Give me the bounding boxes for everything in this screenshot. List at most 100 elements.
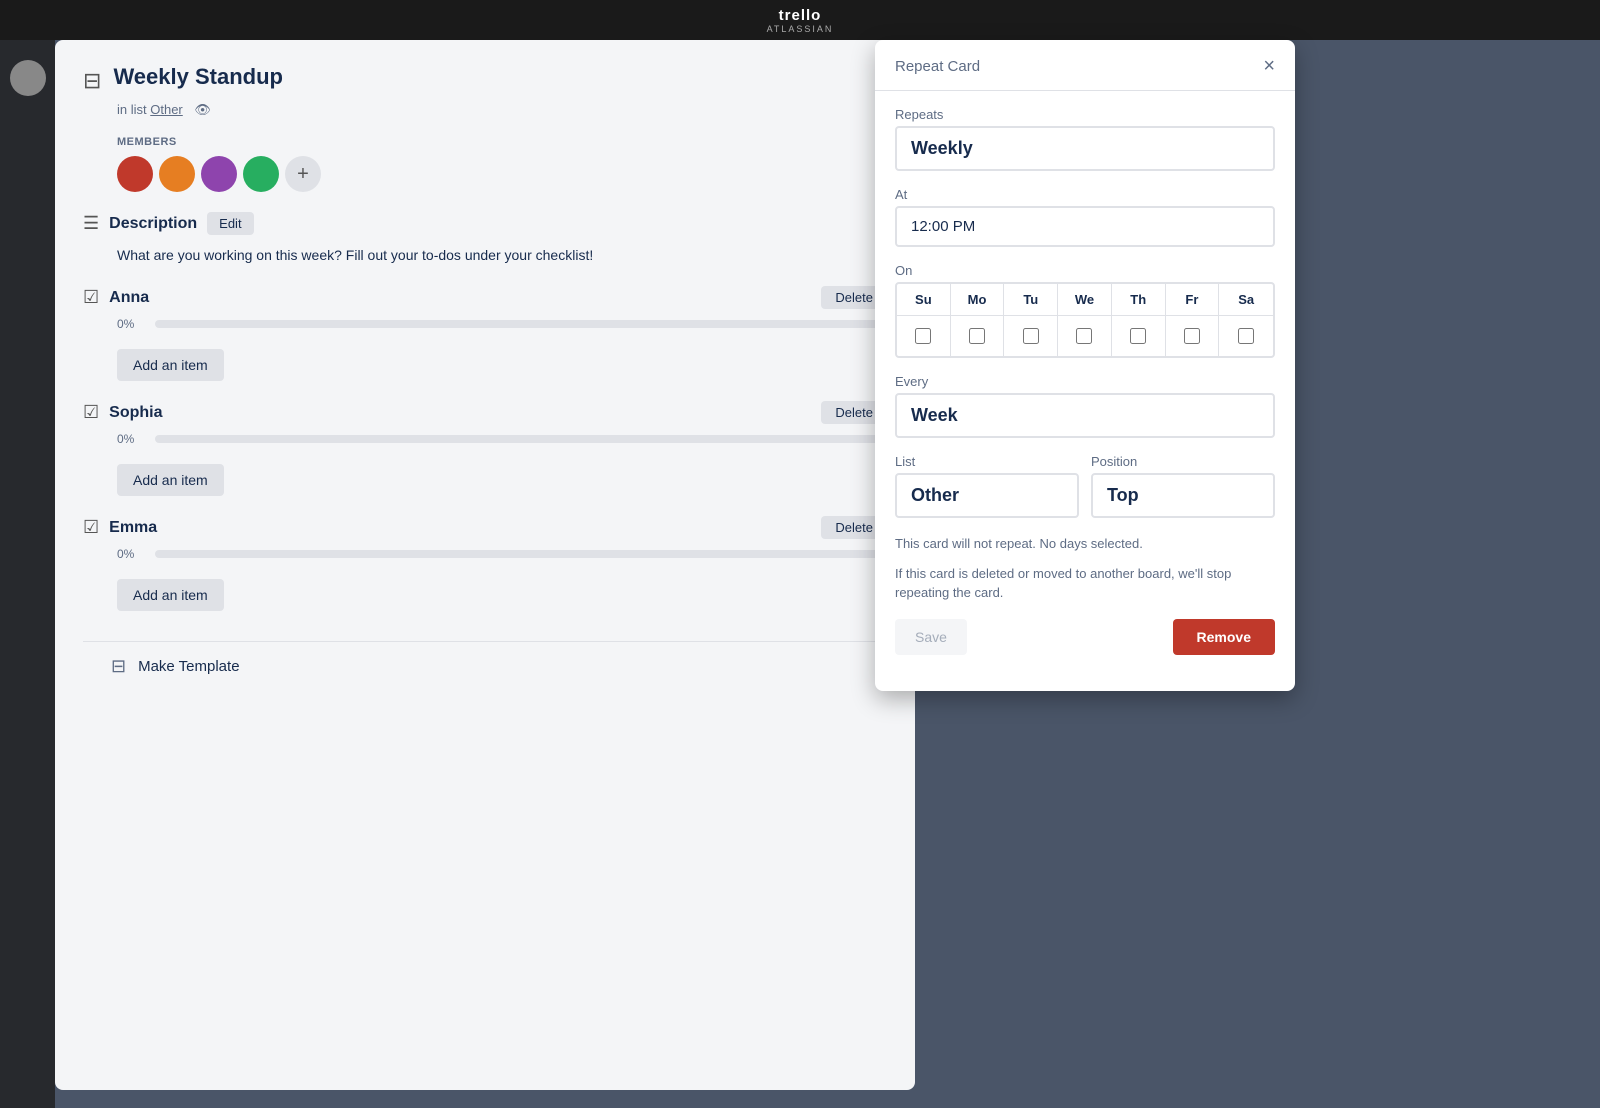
card-title: Weekly Standup xyxy=(113,64,283,90)
repeats-box[interactable]: Weekly xyxy=(895,126,1275,171)
repeats-label: Repeats xyxy=(895,107,1275,122)
checklist-section-1: ☑ Sophia Delete 0% Add an item xyxy=(83,401,887,496)
day-su: Su xyxy=(897,284,951,315)
sidebar-avatar xyxy=(10,60,46,96)
checkbox-su[interactable] xyxy=(897,316,951,356)
progress-bar-1 xyxy=(155,435,887,443)
checkbox-we[interactable] xyxy=(1058,316,1112,356)
time-input[interactable] xyxy=(895,206,1275,247)
card-header: ⊟ Weekly Standup xyxy=(83,64,887,94)
day-we: We xyxy=(1058,284,1112,315)
add-item-btn-1[interactable]: Add an item xyxy=(117,464,224,496)
add-item-btn-0[interactable]: Add an item xyxy=(117,349,224,381)
description-header: ☰ Description Edit xyxy=(83,212,887,235)
list-link[interactable]: Other xyxy=(150,102,183,117)
position-box[interactable]: Top xyxy=(1091,473,1275,518)
card-type-icon: ⊟ xyxy=(83,68,101,94)
progress-bar-0 xyxy=(155,320,887,328)
at-field: At xyxy=(895,187,1275,247)
checklist-icon-0: ☑ xyxy=(83,287,99,308)
description-section: ☰ Description Edit What are you working … xyxy=(83,212,887,266)
card-list-info: in list Other 👁 xyxy=(117,102,887,118)
add-item-btn-2[interactable]: Add an item xyxy=(117,579,224,611)
checkbox-th[interactable] xyxy=(1112,316,1166,356)
checklist-icon-1: ☑ xyxy=(83,402,99,423)
position-field: Position Top xyxy=(1091,454,1275,518)
checklist-icon-2: ☑ xyxy=(83,517,99,538)
trello-logo: trello ATLASSIAN xyxy=(767,7,834,34)
members-label: MEMBERS xyxy=(117,136,887,148)
list-field: List Other xyxy=(895,454,1079,518)
member-avatar-3[interactable] xyxy=(201,156,237,192)
member-avatar-4[interactable] xyxy=(243,156,279,192)
top-bar: trello ATLASSIAN xyxy=(0,0,1600,40)
repeats-value: Weekly xyxy=(911,138,1259,159)
description-edit-button[interactable]: Edit xyxy=(207,212,253,235)
member-avatar-1[interactable] xyxy=(117,156,153,192)
atlassian-text: ATLASSIAN xyxy=(767,24,834,34)
make-template-text[interactable]: Make Template xyxy=(138,658,239,675)
day-fr: Fr xyxy=(1166,284,1220,315)
watch-icon[interactable]: 👁 xyxy=(194,102,211,117)
position-label: Position xyxy=(1091,454,1275,469)
day-th: Th xyxy=(1112,284,1166,315)
checkbox-sa[interactable] xyxy=(1219,316,1273,356)
repeat-panel-close-button[interactable]: × xyxy=(1263,56,1275,76)
days-checkbox-row xyxy=(897,316,1273,356)
on-field: On Su Mo Tu We Th Fr Sa xyxy=(895,263,1275,358)
checklist-header-1: ☑ Sophia Delete xyxy=(83,401,887,424)
info-text-2: If this card is deleted or moved to anot… xyxy=(895,564,1275,603)
logo-text: trello xyxy=(779,7,822,24)
checkbox-tu[interactable] xyxy=(1004,316,1058,356)
every-value: Week xyxy=(911,405,1259,426)
checklist-title-wrap-2: ☑ Emma xyxy=(83,517,157,538)
checklist-name-0: Anna xyxy=(109,289,149,307)
description-text: What are you working on this week? Fill … xyxy=(117,245,887,266)
members-section: MEMBERS + xyxy=(117,136,887,192)
template-icon: ⊟ xyxy=(111,656,126,677)
checklist-name-1: Sophia xyxy=(109,404,162,422)
members-avatars: + xyxy=(117,156,887,192)
progress-label-0: 0% xyxy=(117,317,145,331)
progress-wrap-1: 0% xyxy=(117,432,887,446)
day-sa: Sa xyxy=(1219,284,1273,315)
at-label: At xyxy=(895,187,1275,202)
list-label: List xyxy=(895,454,1079,469)
repeat-panel-body: Repeats Weekly At On Su Mo Tu We Th Fr S… xyxy=(875,91,1295,671)
repeat-panel-title: Repeat Card xyxy=(895,58,980,75)
checklist-title-wrap-0: ☑ Anna xyxy=(83,287,149,308)
remove-button[interactable]: Remove xyxy=(1173,619,1275,655)
checkbox-mo[interactable] xyxy=(951,316,1005,356)
description-title: Description xyxy=(109,215,197,233)
every-field: Every Week xyxy=(895,374,1275,438)
on-label: On xyxy=(895,263,1275,278)
progress-wrap-2: 0% xyxy=(117,547,887,561)
progress-label-2: 0% xyxy=(117,547,145,561)
days-header-row: Su Mo Tu We Th Fr Sa xyxy=(897,284,1273,316)
day-tu: Tu xyxy=(1004,284,1058,315)
save-button: Save xyxy=(895,619,967,655)
card-modal: ⊟ Weekly Standup in list Other 👁 MEMBERS… xyxy=(55,40,915,1090)
day-mo: Mo xyxy=(951,284,1005,315)
panel-actions: Save Remove xyxy=(895,619,1275,655)
list-value: Other xyxy=(911,485,1063,506)
checklist-section-0: ☑ Anna Delete 0% Add an item xyxy=(83,286,887,381)
progress-label-1: 0% xyxy=(117,432,145,446)
in-list-text: in list xyxy=(117,102,147,117)
progress-wrap-0: 0% xyxy=(117,317,887,331)
position-value: Top xyxy=(1107,485,1259,506)
repeat-panel: Repeat Card × Repeats Weekly At On Su Mo… xyxy=(875,40,1295,691)
repeat-panel-header: Repeat Card × xyxy=(875,40,1295,91)
checkbox-fr[interactable] xyxy=(1166,316,1220,356)
every-label: Every xyxy=(895,374,1275,389)
add-member-button[interactable]: + xyxy=(285,156,321,192)
list-box[interactable]: Other xyxy=(895,473,1079,518)
description-icon: ☰ xyxy=(83,213,99,234)
checklist-header-0: ☑ Anna Delete xyxy=(83,286,887,309)
checklist-section-2: ☑ Emma Delete 0% Add an item xyxy=(83,516,887,611)
left-sidebar xyxy=(0,40,55,1108)
make-template-bar: ⊟ Make Template xyxy=(83,641,887,691)
every-box[interactable]: Week xyxy=(895,393,1275,438)
member-avatar-2[interactable] xyxy=(159,156,195,192)
progress-bar-2 xyxy=(155,550,887,558)
